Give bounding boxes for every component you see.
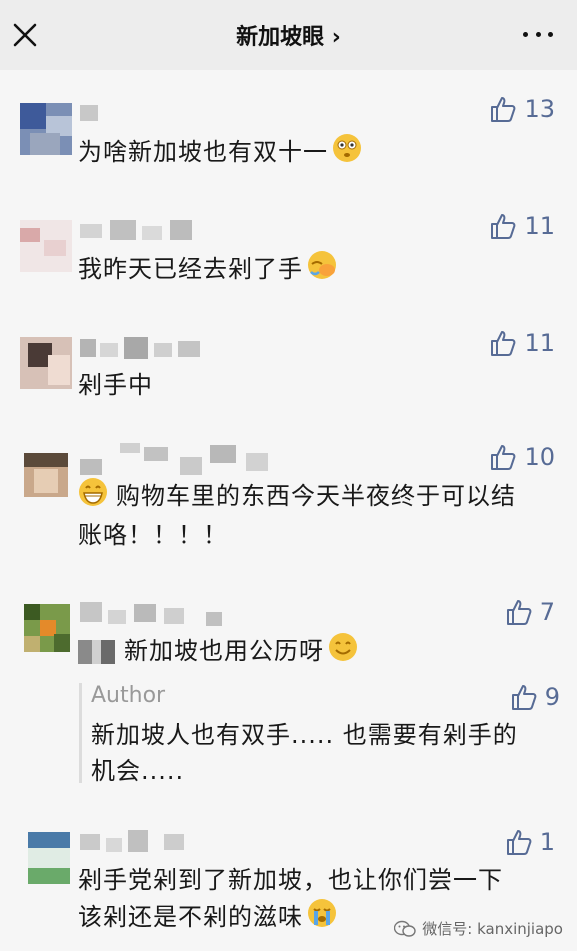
top-bar: 新加坡眼 › — [0, 0, 577, 70]
comment-text: 我昨天已经去剁了手 — [78, 250, 337, 290]
blurred-text — [78, 640, 124, 664]
avatar — [20, 220, 72, 272]
watermark: 微信号: kanxinjiapo — [394, 918, 563, 939]
watermark-text: 微信号: kanxinjiapo — [422, 920, 563, 938]
grinning-face-emoji — [78, 477, 108, 517]
nickname-blurred — [80, 443, 290, 475]
like-button[interactable]: 11 — [490, 212, 555, 240]
avatar — [20, 103, 72, 155]
face-palm-emoji — [307, 250, 337, 290]
smiling-face-emoji — [328, 632, 358, 672]
thumb-up-icon — [506, 830, 532, 855]
like-count: 11 — [524, 212, 555, 240]
nickname-blurred — [80, 218, 195, 246]
nickname-blurred — [80, 101, 110, 129]
thumb-up-icon — [491, 331, 516, 356]
nickname-blurred — [80, 828, 190, 856]
thumb-up-icon — [491, 214, 516, 239]
avatar — [28, 832, 70, 884]
like-count: 9 — [544, 683, 560, 711]
like-count: 7 — [539, 598, 555, 626]
thumb-up-icon — [491, 445, 516, 470]
thumb-up-icon — [506, 600, 532, 625]
like-count: 11 — [524, 329, 555, 357]
like-button[interactable]: 1 — [506, 828, 555, 856]
like-count: 1 — [539, 828, 555, 856]
nickname-blurred — [80, 335, 205, 363]
comment-text: 剁手中 — [78, 371, 153, 399]
like-button[interactable]: 7 — [506, 598, 555, 626]
wechat-icon — [394, 920, 416, 937]
like-button[interactable]: 11 — [490, 329, 555, 357]
stunned-face-emoji — [332, 133, 362, 173]
thumb-up-icon — [491, 97, 516, 122]
author-label: Author — [91, 683, 166, 708]
nickname-blurred — [80, 602, 230, 630]
avatar — [24, 604, 70, 652]
like-count: 13 — [524, 95, 555, 123]
like-button[interactable]: 9 — [511, 683, 560, 711]
comment-text: 为啥新加坡也有双十一 — [78, 133, 362, 173]
like-button[interactable]: 10 — [490, 443, 555, 471]
avatar — [20, 337, 72, 389]
close-icon[interactable] — [12, 22, 38, 48]
avatar — [24, 453, 68, 497]
comment-text: 新加坡也用公历呀 — [78, 632, 358, 672]
reply-text: 新加坡人也有双手..... 也需要有剁手的 机会..... — [91, 721, 518, 785]
author-reply: Author 9 新加坡人也有双手..... 也需要有剁手的 机会..... — [79, 683, 560, 785]
crying-face-emoji — [307, 898, 337, 938]
like-count: 10 — [524, 443, 555, 471]
thumb-up-icon — [511, 685, 537, 710]
more-options-icon[interactable] — [523, 32, 553, 38]
page-title[interactable]: 新加坡眼 › — [236, 19, 341, 51]
comment-text: 购物车里的东西今天半夜终于可以结 账咯！！！！ — [78, 477, 558, 553]
like-button[interactable]: 13 — [490, 95, 555, 123]
